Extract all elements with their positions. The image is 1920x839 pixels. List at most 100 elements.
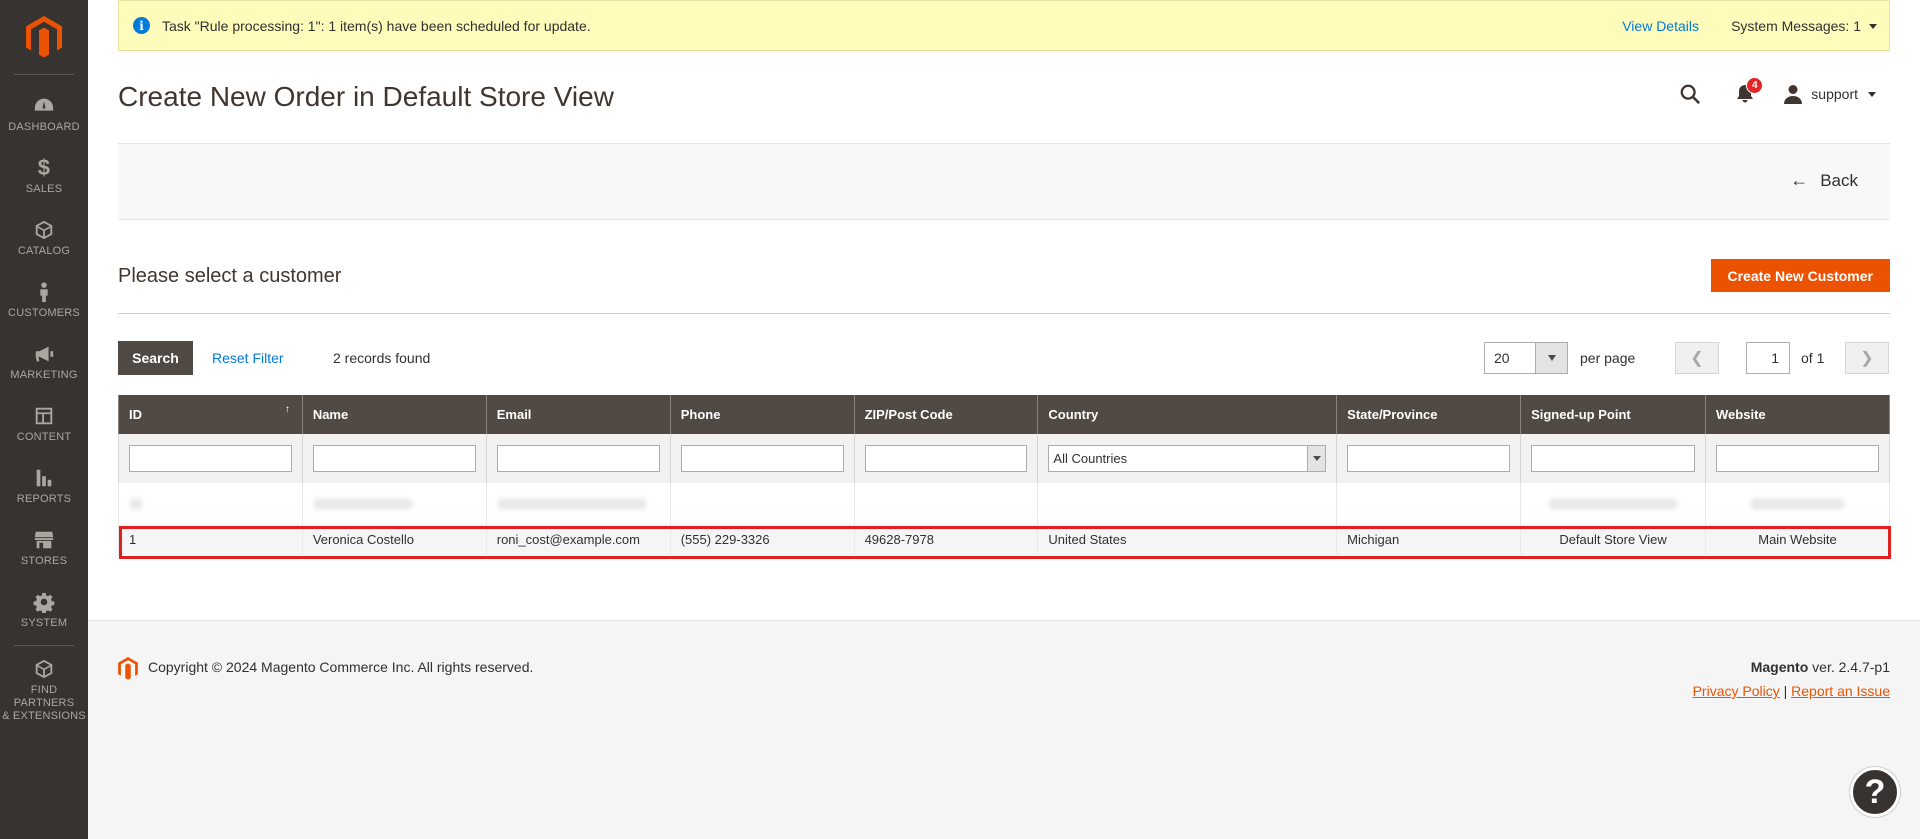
chevron-down-icon[interactable]: [1535, 343, 1567, 373]
system-message-bar: i Task "Rule processing: 1": 1 item(s) h…: [118, 0, 1890, 51]
back-button[interactable]: ← Back: [1790, 170, 1858, 191]
page-footer: Copyright © 2024 Magento Commerce Inc. A…: [88, 620, 1920, 839]
user-menu[interactable]: support: [1783, 84, 1876, 104]
column-header-label: ID: [129, 407, 142, 422]
chevron-right-icon: ❯: [1860, 350, 1874, 367]
user-name: support: [1811, 86, 1858, 102]
column-header-name[interactable]: Name: [301, 395, 487, 434]
partners-box-icon: [35, 659, 53, 678]
sidebar-item-label: Catalog: [17, 245, 71, 257]
records-count: 2 records found: [333, 350, 431, 366]
filter-cell: [1705, 434, 1890, 483]
help-button[interactable]: ?: [1850, 767, 1900, 817]
table-cell: [485, 483, 671, 524]
magento-logo-icon[interactable]: [26, 16, 62, 58]
system-messages-dropdown[interactable]: System Messages: 1: [1731, 18, 1877, 34]
filter-cell: [669, 434, 855, 483]
column-header-id[interactable]: ID ↑: [118, 395, 303, 434]
sidebar-divider: [14, 74, 74, 75]
report-issue-link[interactable]: Report an Issue: [1791, 683, 1890, 699]
view-details-link[interactable]: View Details: [1622, 18, 1699, 34]
sidebar-item-label: Content: [16, 431, 72, 443]
filter-row: All Countries: [118, 434, 1890, 483]
cell-state: Michigan: [1336, 524, 1522, 555]
filter-cell: [118, 434, 303, 483]
table-cell: [1037, 483, 1338, 524]
brand-name: Magento: [1750, 659, 1809, 675]
filter-phone-input[interactable]: [680, 445, 844, 472]
search-icon[interactable]: [1679, 83, 1701, 105]
column-header-zip[interactable]: ZIP/Post Code: [853, 395, 1039, 434]
sidebar-item-reports[interactable]: Reports: [0, 455, 88, 517]
filter-cell: [485, 434, 671, 483]
column-header-state[interactable]: State/Province: [1336, 395, 1522, 434]
box-icon: [35, 220, 53, 240]
sidebar-item-catalog[interactable]: Catalog: [0, 207, 88, 269]
create-new-customer-button[interactable]: Create New Customer: [1710, 259, 1890, 292]
filter-signup-input[interactable]: [1531, 445, 1696, 472]
question-mark-icon: ?: [1864, 772, 1886, 811]
blurred-text: [312, 497, 413, 510]
sidebar-item-customers[interactable]: Customers: [0, 269, 88, 331]
magento-footer-logo-icon: [118, 657, 138, 680]
table-header-row: ID ↑ Name Email Phone ZIP/Post Code Count…: [118, 395, 1890, 434]
sidebar-item-find-partners[interactable]: Find Partners & Extensions: [0, 654, 88, 726]
dollar-icon: $: [37, 155, 51, 180]
blurred-text: [129, 497, 143, 510]
filter-name-input[interactable]: [312, 445, 476, 472]
filter-email-input[interactable]: [496, 445, 660, 472]
notifications-button[interactable]: 4: [1735, 77, 1764, 105]
sidebar-item-label: Marketing: [10, 369, 78, 381]
person-icon: [40, 282, 48, 303]
dashboard-icon: [34, 98, 54, 111]
table-cell: [1520, 483, 1707, 524]
system-message-text: Task "Rule processing: 1": 1 item(s) hav…: [162, 17, 591, 34]
privacy-policy-link[interactable]: Privacy Policy: [1693, 683, 1780, 699]
country-select-value: All Countries: [1053, 451, 1128, 466]
previous-page-button[interactable]: ❮: [1675, 342, 1719, 374]
back-button-label: Back: [1820, 170, 1858, 190]
filter-country-select[interactable]: All Countries: [1048, 445, 1327, 472]
sidebar-item-dashboard[interactable]: Dashboard: [0, 83, 88, 145]
sidebar-item-sales[interactable]: $ Sales: [0, 145, 88, 207]
page-actions-bar: ← Back: [118, 143, 1890, 220]
column-header-phone[interactable]: Phone: [669, 395, 855, 434]
filter-cell: [1336, 434, 1522, 483]
sidebar-item-content[interactable]: Content: [0, 393, 88, 455]
reset-filter-link[interactable]: Reset Filter: [212, 350, 284, 366]
sidebar-item-system[interactable]: System: [0, 579, 88, 641]
sidebar-item-stores[interactable]: Stores: [0, 517, 88, 579]
page-number-input[interactable]: [1746, 342, 1790, 374]
column-header-website[interactable]: Website: [1705, 395, 1890, 434]
table-row[interactable]: 1 Veronica Costello roni_cost@example.co…: [118, 524, 1890, 555]
column-header-country[interactable]: Country: [1037, 395, 1338, 434]
column-header-email[interactable]: Email: [485, 395, 671, 434]
info-icon: i: [133, 17, 150, 34]
per-page-label: per page: [1580, 350, 1636, 366]
blurred-text: [1548, 497, 1679, 510]
table-cell: [118, 483, 303, 524]
next-page-button[interactable]: ❯: [1845, 342, 1889, 374]
per-page-select[interactable]: 20: [1484, 342, 1568, 374]
store-icon: [34, 531, 54, 549]
notifications-count-badge: 4: [1746, 77, 1764, 94]
layout-icon: [35, 407, 53, 425]
sidebar-item-marketing[interactable]: Marketing: [0, 331, 88, 393]
chevron-down-icon: [1307, 446, 1326, 471]
cell-country: United States: [1037, 524, 1338, 555]
link-separator: |: [1783, 683, 1788, 699]
grid-toolbar: Search Reset Filter 2 records found 20 p…: [118, 341, 1890, 375]
megaphone-icon: [35, 346, 54, 362]
search-button[interactable]: Search: [118, 341, 193, 375]
page-total: of 1: [1801, 350, 1825, 366]
filter-website-input[interactable]: [1716, 445, 1879, 472]
table-cell: [301, 483, 487, 524]
filter-id-input[interactable]: [129, 445, 292, 472]
filter-zip-input[interactable]: [864, 445, 1028, 472]
filter-state-input[interactable]: [1347, 445, 1511, 472]
table-cell: [1705, 483, 1890, 524]
cell-id: 1: [118, 524, 303, 555]
table-row-blurred[interactable]: [118, 483, 1890, 524]
column-header-signup-point[interactable]: Signed-up Point: [1520, 395, 1707, 434]
cell-zip: 49628-7978: [853, 524, 1039, 555]
